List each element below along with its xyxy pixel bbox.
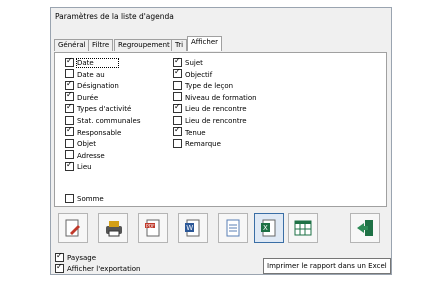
- checkbox-label: Stat. communales: [77, 117, 141, 125]
- document-icon: [226, 219, 240, 237]
- checkbox-label: Types d'activité: [77, 105, 132, 114]
- checkbox-label: Paysage: [67, 254, 97, 262]
- checkbox-box: [173, 80, 182, 90]
- checkbox-label: Type de leçon: [185, 82, 234, 91]
- document-button[interactable]: [218, 213, 248, 243]
- agenda-settings-dialog: Paramètres de la liste d'agenda Général …: [50, 7, 392, 275]
- checkbox-box: [173, 67, 182, 79]
- checkbox-label: Niveau de formation: [185, 93, 257, 102]
- checkbox-label: Lieu: [77, 163, 92, 172]
- svg-text:X: X: [263, 224, 268, 232]
- report-button[interactable]: [58, 213, 88, 243]
- checkbox-label: Désignation: [77, 82, 119, 91]
- checkbox-box: [65, 150, 74, 160]
- checkbox-left-4[interactable]: Types d'activité: [65, 102, 132, 114]
- checkbox-right-2[interactable]: Type de leçon: [173, 80, 234, 91]
- checkbox-label: Durée: [77, 93, 99, 102]
- checkbox-label: Lieu de rencontre: [185, 105, 247, 114]
- checkbox-right-4[interactable]: Lieu de rencontre: [173, 102, 247, 114]
- checkbox-box: [173, 102, 182, 113]
- checkbox-label: Objet: [77, 140, 96, 149]
- svg-text:PDF: PDF: [146, 223, 155, 229]
- checkbox-right-6[interactable]: Tenue: [173, 125, 206, 138]
- checkbox-box: [65, 56, 74, 67]
- checkbox-box: [65, 115, 74, 125]
- checkbox-label: Remarque: [185, 140, 221, 149]
- checkbox-left-0[interactable]: Date: [65, 56, 119, 68]
- exit-icon: [357, 220, 373, 236]
- checkbox-box: [173, 56, 182, 67]
- checkbox-label: Afficher l'exportation: [67, 265, 141, 273]
- checkbox-label: Somme: [77, 195, 104, 203]
- checkbox-left-6[interactable]: Responsable: [65, 125, 122, 138]
- checkbox-right-1[interactable]: Objectif: [173, 67, 213, 80]
- excel-icon: X: [261, 219, 276, 237]
- checkbox-left-9[interactable]: Lieu: [65, 160, 92, 172]
- checkbox-afficher-exportation[interactable]: Afficher l'exportation: [55, 262, 141, 274]
- checkbox-box: [65, 79, 74, 90]
- checkbox-left-5[interactable]: Stat. communales: [65, 115, 141, 126]
- checkbox-box: [55, 262, 64, 273]
- checkbox-right-7[interactable]: Remarque: [173, 138, 221, 149]
- checkbox-box: [173, 138, 182, 148]
- checkbox-label: Tenue: [185, 128, 206, 137]
- print-icon: [106, 221, 122, 237]
- checkbox-box: [65, 102, 74, 113]
- checkbox-box: [65, 193, 74, 203]
- checkbox-label: Objectif: [185, 70, 213, 79]
- checkbox-label: Sujet: [185, 59, 203, 67]
- checkbox-box: [65, 160, 74, 171]
- checkbox-right-3[interactable]: Niveau de formation: [173, 92, 257, 103]
- checkbox-box: [65, 138, 74, 148]
- checkbox-label: Responsable: [77, 128, 122, 137]
- exit-button[interactable]: [350, 213, 380, 243]
- checkbox-label: Lieu de rencontre: [185, 117, 247, 125]
- checkbox-label: Date au: [77, 70, 105, 79]
- toolbar: PDF W X: [56, 213, 382, 251]
- checkbox-box: [65, 90, 74, 102]
- excel-table-icon: [294, 220, 312, 236]
- checkbox-label: Date: [76, 58, 119, 68]
- word-icon: W: [185, 219, 200, 237]
- tab-filtre[interactable]: Filtre: [88, 39, 114, 51]
- checkbox-somme[interactable]: Somme: [65, 193, 104, 204]
- tab-regroupement[interactable]: Regroupement: [114, 39, 174, 51]
- tab-afficher[interactable]: Afficher: [187, 36, 223, 51]
- checkbox-right-5[interactable]: Lieu de rencontre: [173, 115, 247, 126]
- report-icon: [65, 219, 80, 237]
- word-button[interactable]: W: [178, 213, 208, 243]
- checkbox-label: Adresse: [77, 151, 105, 160]
- checkbox-box: [173, 92, 182, 102]
- checkbox-left-7[interactable]: Objet: [65, 138, 96, 149]
- excel-table-button[interactable]: [288, 213, 318, 243]
- checkbox-box: [55, 251, 64, 262]
- export-tooltip: Imprimer le rapport dans un Excel: [263, 258, 391, 274]
- checkbox-left-2[interactable]: Désignation: [65, 79, 119, 91]
- print-button[interactable]: [98, 213, 128, 243]
- afficher-panel: Date Date au Désignation Durée Types d'activ…: [54, 52, 387, 207]
- excel-export-button[interactable]: X: [254, 213, 284, 243]
- checkbox-box: [173, 125, 182, 137]
- svg-text:W: W: [186, 224, 193, 232]
- checkbox-box: [65, 69, 74, 79]
- pdf-button[interactable]: PDF: [138, 213, 168, 243]
- checkbox-box: [65, 125, 74, 137]
- tab-tri[interactable]: Tri: [171, 39, 188, 51]
- pdf-icon: PDF: [145, 219, 160, 237]
- tab-general[interactable]: Général: [54, 39, 90, 51]
- checkbox-box: [173, 115, 182, 125]
- dialog-title: Paramètres de la liste d'agenda: [55, 12, 174, 21]
